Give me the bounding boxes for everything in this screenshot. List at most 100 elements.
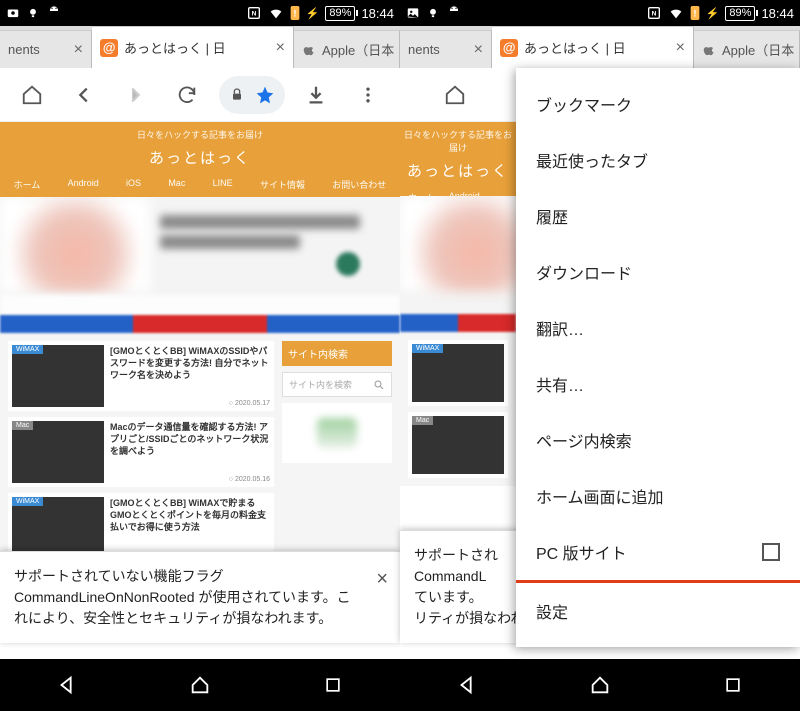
battery-indicator: 89%: [325, 6, 355, 21]
snackbar: サポートされていない機能フラグ CommandLineOnNonRooted が…: [0, 551, 400, 643]
menu-add-to-home[interactable]: ホーム画面に追加: [516, 468, 800, 524]
tab-apple[interactable]: Apple（日本: [294, 30, 400, 68]
site-subtitle: 日々をハックする記事をお届け: [0, 122, 400, 141]
hero-blur: [0, 197, 400, 315]
clock: 18:44: [761, 6, 794, 21]
banner-strip: [400, 314, 516, 332]
download-button[interactable]: [296, 75, 336, 115]
menu-bookmarks[interactable]: ブックマーク: [516, 76, 800, 132]
wifi-icon: [668, 5, 684, 21]
system-navbar: [0, 659, 400, 711]
tab-active[interactable]: @ あっとはっく | 日 ×: [92, 26, 294, 68]
article-title: Macのデータ通信量を確認する方法! アプリごと/SSIDごとのネットワーク状況…: [110, 421, 270, 457]
site-header-bg: 日々をハックする記事をお届け あっとはっく ホーム Android: [400, 122, 516, 196]
site-nav: ホーム Android iOS Mac LINE サイト情報 お問い合わせ: [0, 178, 400, 197]
reload-button[interactable]: [167, 75, 207, 115]
nav-item[interactable]: Mac: [168, 178, 185, 191]
tab-label: Apple（日本: [322, 40, 394, 59]
nav-item[interactable]: iOS: [126, 178, 141, 191]
at-favicon: @: [100, 39, 118, 57]
bulb-icon: [426, 6, 440, 20]
tab-label: Apple（日本: [722, 40, 794, 59]
wifi-icon: [268, 5, 284, 21]
nav-item[interactable]: Android: [68, 178, 99, 191]
forward-button: [115, 75, 155, 115]
nav-back[interactable]: [454, 672, 480, 698]
site-name[interactable]: あっとはっく: [0, 141, 400, 178]
nav-item[interactable]: LINE: [213, 178, 233, 191]
left-screenshot: N ! ⚡ 89% 18:44 nents × @ あっとはっく | 日 × A…: [0, 0, 400, 711]
nfc-icon: N: [646, 5, 662, 21]
camera-icon: [6, 6, 20, 20]
snackbar-text: サポートされていない機能フラグ CommandLineOnNonRooted が…: [14, 568, 351, 626]
nav-recent[interactable]: [720, 672, 746, 698]
search-icon: [373, 379, 385, 391]
tab-strip: nents × @ あっとはっく | 日 × Apple（日本: [0, 26, 400, 68]
tab-active[interactable]: @ あっとはっく | 日 ×: [492, 26, 694, 68]
close-icon[interactable]: ×: [676, 39, 685, 57]
menu-find-in-page[interactable]: ページ内検索: [516, 412, 800, 468]
lock-icon: [229, 87, 245, 103]
alert-icon: !: [290, 6, 300, 20]
nav-back[interactable]: [54, 672, 80, 698]
svg-text:!: !: [293, 9, 296, 20]
url-box[interactable]: [219, 76, 285, 114]
nav-item[interactable]: サイト情報: [260, 178, 305, 191]
placeholder: サイト内を検索: [289, 378, 352, 391]
menu-share[interactable]: 共有…: [516, 356, 800, 412]
home-button[interactable]: [12, 75, 52, 115]
close-icon[interactable]: ×: [74, 41, 83, 59]
nav-home[interactable]: [187, 672, 213, 698]
article-tag: WiMAX: [12, 345, 43, 354]
article-tag: WiMAX: [12, 497, 43, 506]
nav-item[interactable]: お問い合わせ: [332, 178, 386, 191]
nav-home[interactable]: [587, 672, 613, 698]
android-icon: [446, 5, 462, 21]
article-title: [GMOとくとくBB] WiMAXで貯まるGMOとくとくポイントを毎月の料金支払…: [110, 497, 270, 533]
image-icon: [406, 6, 420, 20]
tab-apple[interactable]: Apple（日本: [694, 30, 800, 68]
menu-history[interactable]: 履歴: [516, 188, 800, 244]
right-screenshot: N ! ⚡ 89% 18:44 nents × @ あっとはっく | 日 × A…: [400, 0, 800, 711]
article-title: [GMOとくとくBB] WiMAXのSSIDやパスワードを変更する方法! 自分で…: [110, 345, 270, 381]
system-navbar: [400, 659, 800, 711]
status-bar: N ! ⚡ 89% 18:44: [400, 0, 800, 26]
apple-favicon: [302, 41, 316, 59]
checkbox-unchecked[interactable]: [762, 543, 780, 561]
article-card[interactable]: Mac Macのデータ通信量を確認する方法! アプリごと/SSIDごとのネットワ…: [8, 417, 274, 487]
article-tag: WiMAX: [412, 344, 443, 353]
close-icon[interactable]: ×: [474, 41, 483, 59]
back-button[interactable]: [64, 75, 104, 115]
nav-item[interactable]: ホーム: [14, 178, 41, 191]
star-icon[interactable]: [255, 85, 275, 105]
site-search-input[interactable]: サイト内を検索: [282, 372, 392, 397]
menu-settings[interactable]: 設定: [516, 583, 800, 639]
apple-favicon: [702, 41, 716, 59]
banner-strip: [0, 315, 400, 333]
article-card[interactable]: WiMAX: [408, 340, 508, 406]
article-card[interactable]: WiMAX [GMOとくとくBB] WiMAXのSSIDやパスワードを変更する方…: [8, 341, 274, 411]
menu-button[interactable]: [348, 75, 388, 115]
browser-toolbar: [0, 68, 400, 122]
tab-prev[interactable]: nents ×: [400, 30, 492, 68]
tab-prev[interactable]: nents ×: [0, 30, 92, 68]
svg-text:N: N: [251, 11, 256, 18]
home-button[interactable]: [435, 75, 475, 115]
tab-label: あっとはっく | 日: [524, 38, 626, 57]
menu-translate[interactable]: 翻訳…: [516, 300, 800, 356]
menu-recent-tabs[interactable]: 最近使ったタブ: [516, 132, 800, 188]
site-header: 日々をハックする記事をお届け あっとはっく ホーム Android iOS Ma…: [0, 122, 400, 197]
close-icon[interactable]: ×: [276, 39, 285, 57]
chrome-overflow-menu: ブックマーク 最近使ったタブ 履歴 ダウンロード 翻訳… 共有… ページ内検索 …: [516, 68, 800, 647]
menu-desktop-site[interactable]: PC 版サイト: [516, 524, 800, 583]
bulb-icon: [26, 6, 40, 20]
article-card[interactable]: Mac: [408, 412, 508, 478]
nav-recent[interactable]: [320, 672, 346, 698]
status-bar: N ! ⚡ 89% 18:44: [0, 0, 400, 26]
snackbar-close[interactable]: ×: [376, 564, 388, 594]
hero-blur: [400, 196, 516, 314]
menu-downloads[interactable]: ダウンロード: [516, 244, 800, 300]
svg-text:!: !: [693, 9, 696, 20]
tab-strip: nents × @ あっとはっく | 日 × Apple（日本: [400, 26, 800, 68]
article-date: ○ 2020.05.17: [110, 400, 270, 407]
